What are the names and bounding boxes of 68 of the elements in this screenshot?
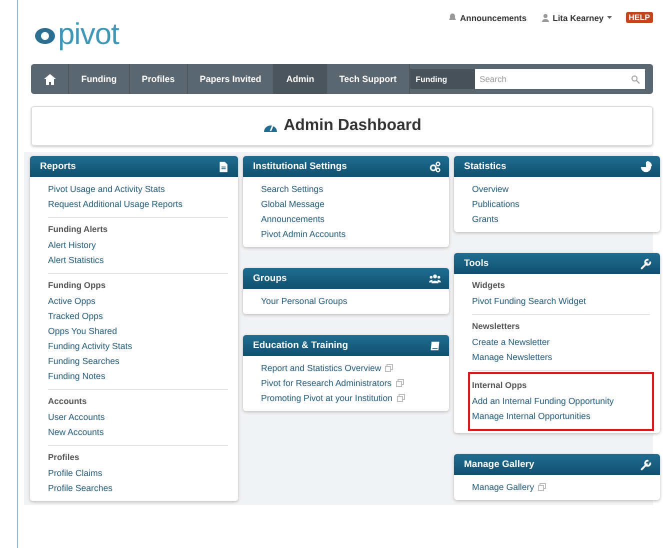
- panel-link[interactable]: Funding Notes: [48, 370, 106, 380]
- wrench-icon: [640, 258, 652, 270]
- home-icon[interactable]: [44, 74, 56, 84]
- section-heading: Profiles: [48, 452, 80, 462]
- panel-link[interactable]: Global Message: [261, 198, 325, 208]
- panel-link[interactable]: Create a Newsletter: [472, 336, 550, 346]
- panel-link[interactable]: Request Additional Usage Reports: [48, 198, 182, 208]
- section-heading: Newsletters: [472, 321, 521, 331]
- panel-link[interactable]: Publications: [472, 198, 520, 208]
- panel-link[interactable]: Pivot Admin Accounts: [261, 228, 346, 238]
- panel-link[interactable]: Search Settings: [261, 184, 324, 194]
- search-scope-dropdown[interactable]: Funding: [410, 69, 475, 89]
- panel-link[interactable]: User Accounts: [48, 412, 105, 422]
- pie-chart-icon: [640, 160, 652, 172]
- panel-header: Groups: [243, 268, 449, 289]
- bell-icon: [448, 13, 458, 22]
- panel-link[interactable]: Announcements: [261, 214, 325, 224]
- user-icon: [540, 13, 550, 22]
- user-menu[interactable]: Lita Kearney: [552, 12, 604, 22]
- people-icon: [429, 272, 441, 284]
- panel-header: Education & Training: [243, 335, 449, 356]
- page-title: Admin Dashboard: [284, 117, 422, 135]
- panel-link[interactable]: Funding Activity Stats: [48, 340, 132, 350]
- panel-link[interactable]: Opps You Shared: [48, 326, 117, 336]
- nav-tab[interactable]: Profiles: [130, 64, 188, 94]
- panel-link[interactable]: Manage Newsletters: [472, 352, 552, 362]
- panel-link[interactable]: Grants: [472, 214, 498, 224]
- nav-tab[interactable]: Admin: [274, 64, 328, 94]
- panel-header: Reports: [30, 156, 238, 177]
- panel-link[interactable]: Active Opps: [48, 296, 96, 306]
- panel-link[interactable]: New Accounts: [48, 426, 104, 436]
- nav-tab[interactable]: Funding: [69, 64, 130, 94]
- panel-link[interactable]: Report and Statistics Overview: [261, 362, 382, 372]
- panel-link[interactable]: Pivot for Research Administrators: [261, 378, 392, 388]
- panel-link[interactable]: Manage Internal Opportunities: [472, 410, 590, 420]
- panel-link[interactable]: Funding Searches: [48, 356, 120, 366]
- section-heading: Funding Opps: [48, 280, 107, 290]
- search-icon: [631, 75, 640, 84]
- caret-icon: [606, 16, 612, 19]
- panel-link[interactable]: Alert History: [48, 240, 96, 250]
- gears-icon: [429, 160, 441, 172]
- panel-link[interactable]: Your Personal Groups: [261, 296, 348, 306]
- panel-link[interactable]: Alert Statistics: [48, 254, 104, 264]
- panel-header: Statistics: [454, 156, 660, 177]
- panel-link[interactable]: Promoting Pivot at your Institution: [261, 392, 393, 402]
- panel-link[interactable]: Pivot Usage and Activity Stats: [48, 184, 165, 194]
- section-heading: Internal Opps: [472, 380, 528, 390]
- panel-link[interactable]: Overview: [472, 184, 509, 194]
- panel-header: Manage Gallery: [454, 454, 660, 475]
- panel-header: Tools: [454, 253, 660, 274]
- panel-link[interactable]: Manage Gallery: [472, 482, 534, 492]
- logo-text: pivot: [58, 20, 119, 50]
- search-field[interactable]: Search: [474, 69, 645, 89]
- panel-link[interactable]: Tracked Opps: [48, 310, 103, 320]
- panel-link[interactable]: Pivot Funding Search Widget: [472, 296, 586, 306]
- book-icon: [429, 340, 441, 352]
- announcements-link[interactable]: Announcements: [460, 12, 527, 22]
- wrench-icon: [640, 458, 652, 470]
- panel-link[interactable]: Profile Claims: [48, 468, 102, 478]
- panel-link[interactable]: Profile Searches: [48, 482, 113, 492]
- panel-header: Institutional Settings: [243, 156, 449, 177]
- help-button[interactable]: HELP: [626, 12, 653, 23]
- section-heading: Accounts: [48, 396, 88, 406]
- section-heading: Widgets: [472, 280, 506, 290]
- logo-icon: [34, 25, 56, 45]
- document-icon: [218, 160, 230, 172]
- panel-link[interactable]: Add an Internal Funding Opportunity: [472, 396, 614, 406]
- section-heading: Funding Alerts: [48, 224, 109, 234]
